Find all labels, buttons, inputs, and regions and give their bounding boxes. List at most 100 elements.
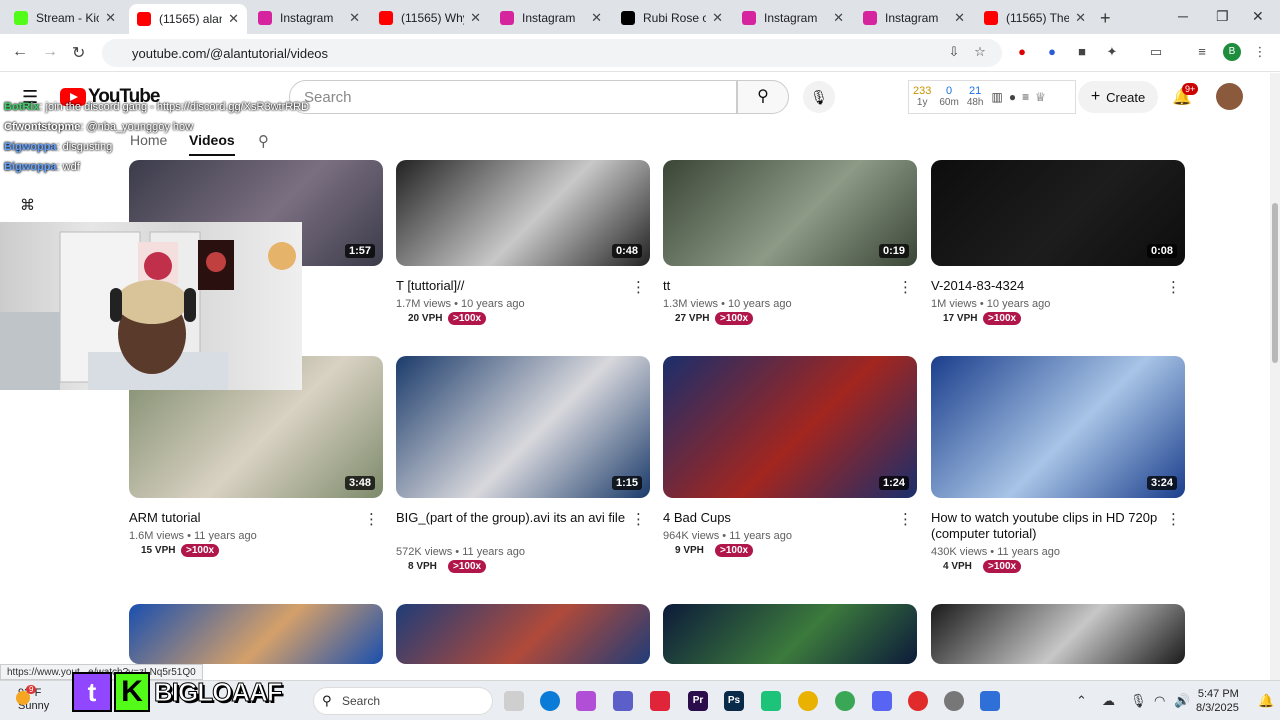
video-thumbnail[interactable]: 0:48	[396, 160, 650, 266]
browser-tab[interactable]: Rubi Rose on ✕	[613, 6, 731, 30]
address-bar[interactable]: youtube.com/@alantutorial/videos	[102, 39, 1002, 67]
extension-icon[interactable]: ●	[1044, 44, 1060, 60]
close-tab-icon[interactable]: ✕	[833, 10, 844, 26]
account-avatar[interactable]	[1216, 83, 1243, 110]
taskbar-clock[interactable]: 5:47 PM 8/3/2025	[1196, 687, 1239, 715]
video-options-icon[interactable]: ⋮	[631, 510, 646, 528]
video-options-icon[interactable]: ⋮	[631, 278, 646, 296]
notification-icon[interactable]: 🔔	[1258, 693, 1274, 709]
browser-tab[interactable]: Instagram ✕	[734, 6, 852, 30]
browser-tab[interactable]: Instagram ✕	[492, 6, 610, 30]
discord-icon[interactable]	[872, 691, 892, 711]
taskbar-search[interactable]: Search	[313, 687, 493, 715]
browser-tab[interactable]: Instagram ✕	[855, 6, 973, 30]
media-icon[interactable]: ≡	[1194, 44, 1210, 60]
close-tab-icon[interactable]: ✕	[349, 10, 360, 26]
video-duration: 1:57	[344, 244, 375, 258]
network-icon[interactable]: ☁	[1102, 693, 1115, 709]
list-icon[interactable]: ≡	[1022, 90, 1029, 104]
copilot-icon[interactable]	[576, 691, 596, 711]
edge-icon[interactable]	[540, 691, 560, 711]
chart-icon[interactable]: ▥	[992, 90, 1003, 104]
video-thumbnail[interactable]: 0:08	[931, 160, 1185, 266]
video-thumbnail[interactable]: 0:19	[663, 160, 917, 266]
shield-icon[interactable]	[980, 691, 1000, 711]
close-tab-icon[interactable]: ✕	[954, 10, 965, 26]
search-input[interactable]: Search	[289, 80, 737, 114]
close-tab-icon[interactable]: ✕	[228, 11, 239, 27]
profile-avatar[interactable]: B	[1223, 43, 1241, 61]
create-button[interactable]: + Create	[1078, 81, 1158, 113]
video-thumbnail[interactable]	[931, 604, 1185, 664]
video-options-icon[interactable]: ⋮	[364, 510, 379, 528]
obs-icon[interactable]	[944, 691, 964, 711]
opera-icon[interactable]	[908, 691, 928, 711]
video-options-icon[interactable]: ⋮	[1166, 510, 1181, 528]
video-title[interactable]: T [tuttorial]//	[396, 278, 626, 294]
volume-icon[interactable]: 🔊	[1174, 693, 1190, 709]
webcam-overlay	[0, 222, 302, 390]
close-tab-icon[interactable]: ✕	[105, 10, 116, 26]
tab-title: Instagram	[522, 11, 576, 25]
close-tab-icon[interactable]: ✕	[1075, 10, 1086, 26]
scrollbar-thumb[interactable]	[1272, 203, 1278, 363]
app-icon[interactable]	[650, 691, 670, 711]
reload-icon[interactable]: ↻	[72, 43, 85, 63]
browser-tab[interactable]: (11565) alantu ✕	[129, 4, 247, 34]
search-button[interactable]: ⚲	[737, 80, 789, 114]
video-title[interactable]: V-2014-83-4324	[931, 278, 1161, 294]
ranking-icon[interactable]: ♕	[1035, 90, 1046, 104]
new-tab-button[interactable]: +	[1100, 8, 1111, 29]
puzzle-icon[interactable]: ✦	[1104, 44, 1120, 60]
close-tab-icon[interactable]: ✕	[712, 10, 723, 26]
video-title[interactable]: BIG_(part of the group).avi its an avi f…	[396, 510, 626, 526]
video-options-icon[interactable]: ⋮	[1166, 278, 1181, 296]
close-tab-icon[interactable]: ✕	[470, 10, 481, 26]
browser-tab[interactable]: (11565) The J ✕	[976, 6, 1094, 30]
extension-icon[interactable]: ■	[1074, 44, 1090, 60]
video-options-icon[interactable]: ⋮	[898, 278, 913, 296]
vidiq-icon[interactable]: ●	[1009, 90, 1016, 104]
chrome-icon[interactable]	[798, 691, 818, 711]
video-thumbnail[interactable]: 1:24	[663, 356, 917, 498]
premiere-icon[interactable]: Pr	[688, 691, 708, 711]
app-icon[interactable]	[761, 691, 781, 711]
video-thumbnail[interactable]	[396, 604, 650, 664]
sidebar-icon[interactable]: ▭	[1148, 44, 1164, 60]
video-title[interactable]: 4 Bad Cups	[663, 510, 893, 526]
forward-icon[interactable]: →	[42, 43, 58, 61]
vidiq-stats[interactable]: 233 1y 0 60m 21 48h ▥ ● ≡ ♕	[908, 80, 1076, 114]
photoshop-icon[interactable]: Ps	[724, 691, 744, 711]
video-thumbnail[interactable]: 1:15	[396, 356, 650, 498]
chrome-icon[interactable]	[835, 691, 855, 711]
teams-icon[interactable]	[613, 691, 633, 711]
chevron-up-icon[interactable]: ⌃	[1076, 693, 1087, 709]
install-app-icon[interactable]: ⇩	[946, 44, 962, 60]
minimize-icon[interactable]: ─	[1178, 8, 1188, 24]
video-title[interactable]: ARM tutorial	[129, 510, 359, 526]
video-thumbnail[interactable]: 3:24	[931, 356, 1185, 498]
bookmark-star-icon[interactable]: ☆	[972, 44, 988, 60]
extension-icon[interactable]: ●	[1014, 44, 1030, 60]
menu-icon[interactable]: ⋮	[1252, 44, 1268, 60]
instagram-icon	[258, 11, 272, 25]
task-view-icon[interactable]	[504, 691, 524, 711]
browser-toolbar: ← → ↻ youtube.com/@alantutorial/videos ⇩…	[0, 34, 1280, 72]
back-icon[interactable]: ←	[12, 43, 28, 61]
video-options-icon[interactable]: ⋮	[898, 510, 913, 528]
video-title[interactable]: How to watch youtube clips in HD 720p (c…	[931, 510, 1161, 542]
browser-tab[interactable]: Stream - Kick ✕	[6, 6, 124, 30]
restore-icon[interactable]: ❐	[1216, 8, 1229, 25]
voice-search-button[interactable]: 🎙	[803, 81, 835, 113]
chat-username: Cfwontstopme	[4, 121, 81, 133]
video-thumbnail[interactable]	[663, 604, 917, 664]
page-scrollbar[interactable]	[1270, 73, 1280, 683]
mic-icon[interactable]: 🎙	[1130, 693, 1147, 709]
browser-tab[interactable]: Instagram ✕	[250, 6, 368, 30]
close-tab-icon[interactable]: ✕	[591, 10, 602, 26]
close-window-icon[interactable]: ✕	[1252, 8, 1264, 25]
wifi-icon[interactable]: ◠	[1154, 693, 1165, 709]
video-title[interactable]: tt	[663, 278, 893, 294]
video-thumbnail[interactable]	[129, 604, 383, 664]
browser-tab[interactable]: (11565) Why ✕	[371, 6, 489, 30]
